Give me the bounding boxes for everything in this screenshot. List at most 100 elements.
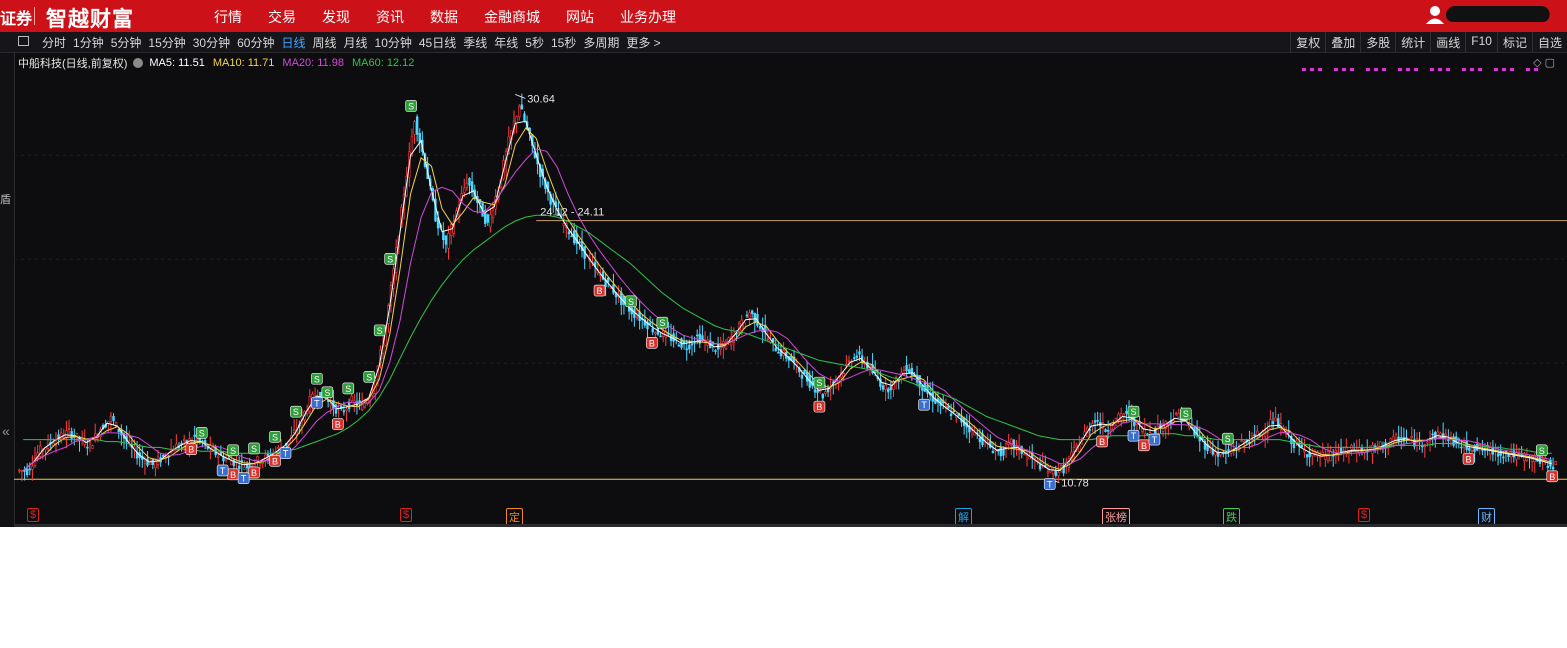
broker-logo: 证券 (0, 11, 33, 28)
period-quarterly[interactable]: 季线 (463, 34, 487, 51)
period-30min[interactable]: 30分钟 (193, 34, 230, 51)
candle-body (413, 121, 416, 135)
signal-b-marker[interactable]: B (248, 466, 260, 479)
signal-text: S (659, 318, 665, 328)
signal-t-marker[interactable]: T (1043, 478, 1056, 490)
signal-b-marker[interactable]: B (269, 455, 281, 467)
nav-data[interactable]: 数据 (430, 7, 458, 27)
signal-t-marker[interactable]: T (311, 396, 323, 409)
nav-trade[interactable]: 交易 (268, 7, 296, 27)
signal-t-marker[interactable]: T (279, 447, 292, 459)
period-weekly[interactable]: 周线 (312, 34, 336, 51)
signal-text: B (1549, 472, 1555, 482)
period-15min[interactable]: 15分钟 (148, 34, 185, 51)
signal-s-marker[interactable]: S (227, 444, 239, 457)
period-yearly[interactable]: 年线 (494, 34, 518, 51)
signal-b-marker[interactable]: B (332, 418, 344, 430)
signal-s-marker[interactable]: S (342, 382, 355, 395)
legend-dropdown-icon[interactable] (133, 58, 144, 68)
signal-b-marker[interactable]: B (1138, 439, 1150, 452)
signal-b-marker[interactable]: B (1462, 453, 1475, 465)
event-marker[interactable]: $ (400, 508, 413, 522)
tool-adjust[interactable]: 复权 (1290, 32, 1325, 53)
signal-s-marker[interactable]: S (813, 376, 826, 389)
candle-body (651, 328, 654, 333)
signal-s-marker[interactable]: S (1180, 407, 1192, 420)
nav-discover[interactable]: 发现 (322, 7, 350, 27)
period-5sec[interactable]: 5秒 (525, 34, 544, 51)
tool-mark[interactable]: 标记 (1496, 32, 1532, 53)
period-tick[interactable]: 分时 (42, 34, 66, 51)
signal-s-marker[interactable]: S (269, 431, 281, 443)
signal-b-marker[interactable]: B (646, 336, 658, 349)
signal-s-marker[interactable]: S (290, 405, 302, 418)
signal-s-marker[interactable]: S (405, 100, 417, 112)
period-15sec[interactable]: 15秒 (551, 34, 576, 51)
candle-body (162, 454, 165, 457)
nav-quotes[interactable]: 行情 (214, 7, 242, 27)
nav-mall[interactable]: 金融商城 (484, 7, 540, 27)
signal-b-marker[interactable]: B (185, 443, 198, 455)
tool-multistock[interactable]: 多股 (1360, 32, 1395, 53)
period-monthly[interactable]: 月线 (344, 34, 368, 51)
period-multi[interactable]: 多周期 (583, 34, 619, 51)
nav-news[interactable]: 资讯 (376, 7, 404, 27)
tool-draw[interactable]: 画线 (1430, 32, 1465, 53)
signal-text: B (1141, 441, 1147, 451)
signal-s-marker[interactable]: S (625, 295, 637, 308)
candle-body (203, 440, 207, 444)
signal-s-marker[interactable]: S (195, 427, 208, 439)
candlestick-chart[interactable]: 30.6410.7824.12 - 24.11BSBST BSTBSTSSTSBS… (14, 68, 1567, 508)
candle-body (277, 447, 280, 449)
user-avatar-icon[interactable] (1425, 4, 1445, 24)
period-45day[interactable]: 45日线 (419, 34, 456, 51)
indicator-dot (1470, 68, 1474, 71)
candle-body (1496, 453, 1500, 457)
signal-b-marker[interactable]: B (813, 400, 826, 413)
event-marker[interactable]: $ (1358, 508, 1371, 522)
tool-watchlist[interactable]: 自选 (1531, 32, 1567, 53)
signal-b-marker[interactable]: B (227, 468, 239, 481)
signal-b-marker[interactable]: B (1546, 470, 1559, 483)
period-10min[interactable]: 10分钟 (375, 34, 412, 51)
signal-t-marker[interactable]: T (918, 398, 930, 411)
period-1min[interactable]: 1分钟 (73, 34, 104, 51)
expand-left-icon[interactable]: « (2, 423, 10, 439)
candle-body (470, 181, 474, 193)
tool-overlay[interactable]: 叠加 (1325, 32, 1360, 53)
candle-body (1057, 472, 1060, 476)
signal-s-marker[interactable]: S (248, 442, 260, 455)
signal-s-marker[interactable]: S (1127, 405, 1140, 418)
period-more[interactable]: 更多 > (626, 34, 660, 51)
signal-text: S (387, 254, 393, 264)
signal-s-marker[interactable]: S (1221, 432, 1234, 445)
panel-toggle-icon[interactable] (18, 36, 29, 46)
signal-text: B (188, 445, 194, 455)
event-marker[interactable]: $ (27, 508, 40, 522)
signal-text: B (649, 338, 655, 348)
signal-t-marker[interactable]: T (1148, 433, 1161, 446)
signal-t-marker[interactable]: T (237, 472, 250, 485)
signal-s-marker[interactable]: S (311, 372, 323, 385)
signal-s-marker[interactable]: S (656, 316, 669, 329)
tool-stats[interactable]: 统计 (1395, 32, 1430, 53)
candle-body (714, 350, 717, 352)
signal-s-marker[interactable]: S (373, 324, 386, 337)
period-daily[interactable]: 日线 (281, 34, 305, 51)
nav-website[interactable]: 网站 (566, 7, 594, 27)
signal-t-marker[interactable]: T (216, 464, 229, 477)
nav-business[interactable]: 业务办理 (620, 7, 676, 27)
signal-text: S (1225, 434, 1231, 444)
signal-s-marker[interactable]: S (321, 386, 334, 399)
signal-t-marker[interactable]: T (1127, 429, 1140, 442)
indicator-dot (1446, 68, 1450, 71)
signal-s-marker[interactable]: S (384, 252, 396, 265)
candle-body (677, 344, 681, 347)
signal-b-marker[interactable]: B (1096, 435, 1108, 448)
tool-f10[interactable]: F10 (1465, 32, 1497, 53)
signal-s-marker[interactable]: S (363, 371, 376, 383)
period-5min[interactable]: 5分钟 (111, 34, 142, 51)
signal-s-marker[interactable]: S (1535, 444, 1548, 457)
signal-b-marker[interactable]: B (593, 284, 606, 297)
period-60min[interactable]: 60分钟 (237, 34, 274, 51)
